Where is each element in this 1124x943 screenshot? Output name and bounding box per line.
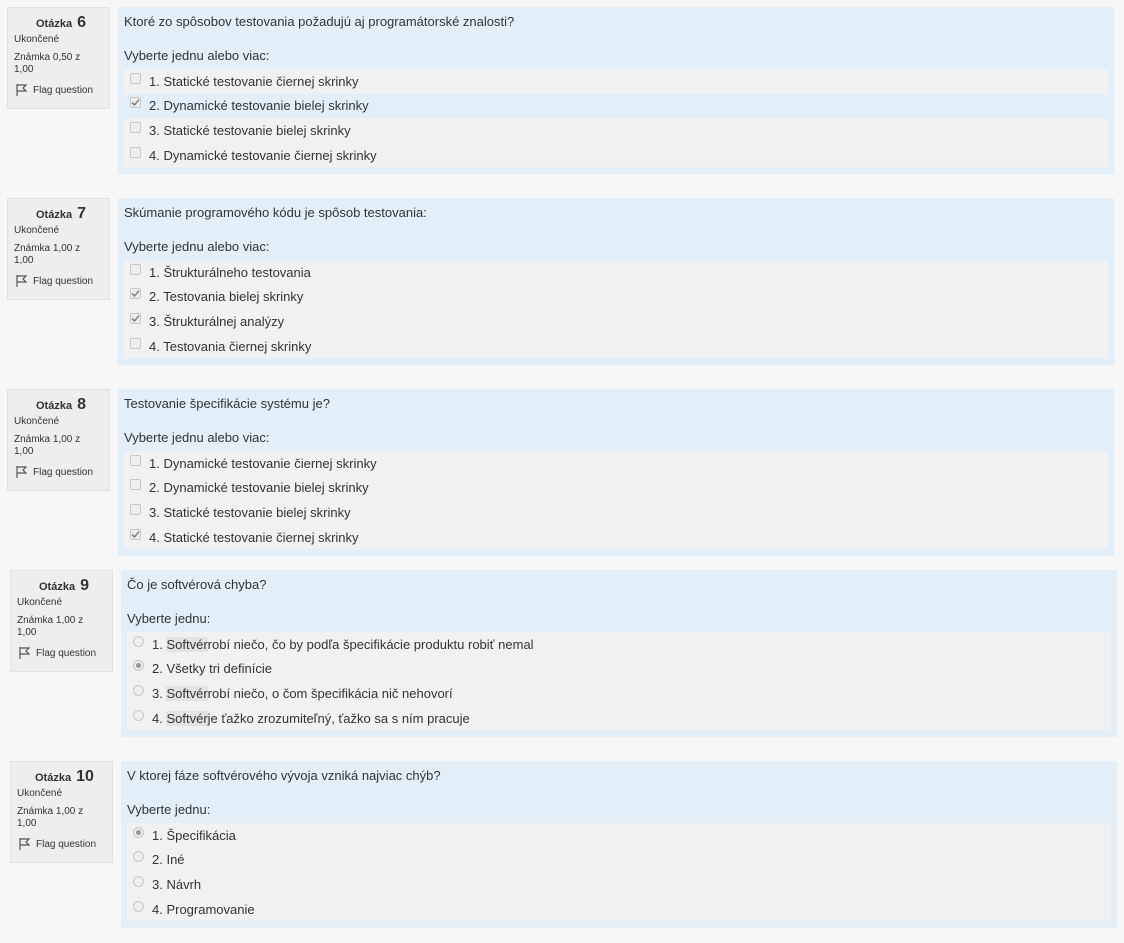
- question-info: Otázka 8 Ukončené Známka 1,00 z 1,00 Fla…: [7, 389, 110, 491]
- question-content: Ktoré zo spôsobov testovania požadujú aj…: [118, 7, 1114, 174]
- question-text: V ktorej fáze softvérového vývoja vzniká…: [127, 768, 441, 783]
- answer-option[interactable]: 1. Statické testovanie čiernej skrinky: [124, 69, 1108, 94]
- question-content: Čo je softvérová chyba? Vyberte jednu: 1…: [121, 570, 1117, 737]
- question-content: Skúmanie programového kódu je spôsob tes…: [118, 198, 1114, 365]
- answer-option[interactable]: 4. Statické testovanie čiernej skrinky: [124, 524, 1108, 550]
- question-text: Ktoré zo spôsobov testovania požadujú aj…: [124, 14, 515, 29]
- question-grade: Známka 1,00 z 1,00: [17, 806, 84, 829]
- question-state: Ukončené: [14, 34, 60, 45]
- radio-button[interactable]: [133, 900, 144, 912]
- checkbox[interactable]: [130, 146, 141, 158]
- question-state: Ukončené: [14, 225, 60, 236]
- answer-option[interactable]: 1. Softvér robí niečo, čo by podľa špeci…: [127, 632, 1111, 657]
- answer-prompt: Vyberte jednu:: [127, 802, 211, 817]
- highlighted-word: Softvér: [166, 685, 208, 701]
- question-info: Otázka 7 Ukončené Známka 1,00 z 1,00 Fla…: [7, 198, 110, 300]
- checkbox-checked[interactable]: [130, 312, 141, 324]
- checkbox[interactable]: [130, 503, 141, 515]
- question-grade: Známka 1,00 z 1,00: [14, 434, 81, 457]
- checkbox[interactable]: [130, 479, 141, 491]
- question-number: Otázka 7: [36, 205, 87, 222]
- question-state: Ukončené: [17, 788, 63, 799]
- answer-prompt: Vyberte jednu alebo viac:: [124, 48, 270, 63]
- checkbox[interactable]: [130, 337, 141, 349]
- answer-option[interactable]: 2. Všetky tri definície: [127, 656, 1111, 682]
- question-text: Skúmanie programového kódu je spôsob tes…: [124, 205, 427, 220]
- answer-option[interactable]: 3. Návrh: [127, 872, 1111, 897]
- flag-question-button[interactable]: Flag question: [14, 466, 109, 478]
- question-grade: Známka 0,50 z 1,00: [14, 52, 81, 75]
- answer-option[interactable]: 2. Dynamické testovanie bielej skrinky: [124, 94, 1108, 119]
- question-info: Otázka 10 Ukončené Známka 1,00 z 1,00 Fl…: [10, 761, 113, 863]
- radio-button[interactable]: [133, 635, 144, 647]
- answer-prompt: Vyberte jednu alebo viac:: [124, 239, 270, 254]
- radio-button[interactable]: [133, 851, 144, 863]
- flag-question-button[interactable]: Flag question: [17, 647, 112, 659]
- highlighted-word: Softvér: [166, 636, 208, 652]
- question-state: Ukončené: [17, 597, 63, 608]
- question-info: Otázka 6 Ukončené Známka 0,50 z 1,00 Fla…: [7, 7, 110, 109]
- answer-option[interactable]: 1. Špecifikácia: [127, 823, 1111, 848]
- question-number: Otázka 10: [35, 768, 94, 785]
- question-number: Otázka 8: [36, 396, 87, 413]
- answer-option[interactable]: 4. Dynamické testovanie čiernej skrinky: [124, 142, 1108, 168]
- question-grade: Známka 1,00 z 1,00: [14, 243, 81, 266]
- answer-option[interactable]: 1. Štrukturálneho testovania: [124, 260, 1108, 285]
- checkbox-checked[interactable]: [130, 528, 141, 540]
- answer-option[interactable]: 3. Štrukturálnej analýzy: [124, 309, 1108, 334]
- answer-option[interactable]: 3. Statické testovanie bielej skrinky: [124, 500, 1108, 525]
- checkbox[interactable]: [130, 454, 141, 466]
- flag-icon: [16, 466, 27, 478]
- flag-icon: [16, 275, 27, 287]
- checkbox-checked[interactable]: [130, 288, 141, 300]
- flag-icon: [16, 84, 27, 96]
- checkbox[interactable]: [130, 121, 141, 133]
- checkbox[interactable]: [130, 72, 141, 84]
- radio-button[interactable]: [133, 684, 144, 696]
- flag-icon: [19, 838, 30, 850]
- highlighted-word: Softvér: [166, 710, 208, 726]
- answer-option[interactable]: 4. Softvér je ťažko zrozumiteľný, ťažko …: [127, 705, 1111, 731]
- radio-button-selected[interactable]: [133, 826, 144, 838]
- question-grade: Známka 1,00 z 1,00: [17, 615, 84, 638]
- radio-button[interactable]: [133, 709, 144, 721]
- answer-option[interactable]: 2. Dynamické testovanie bielej skrinky: [124, 475, 1108, 501]
- question-text: Čo je softvérová chyba?: [127, 577, 267, 592]
- answer-option[interactable]: 3. Statické testovanie bielej skrinky: [124, 118, 1108, 143]
- question-info: Otázka 9 Ukončené Známka 1,00 z 1,00 Fla…: [10, 570, 113, 672]
- checkbox-checked[interactable]: [130, 97, 141, 109]
- question-content: V ktorej fáze softvérového vývoja vzniká…: [121, 761, 1117, 928]
- radio-button[interactable]: [133, 875, 144, 887]
- radio-button-selected[interactable]: [133, 660, 144, 672]
- answer-prompt: Vyberte jednu:: [127, 611, 211, 626]
- flag-icon: [19, 647, 30, 659]
- flag-question-button[interactable]: Flag question: [14, 84, 109, 96]
- answer-option[interactable]: 4. Programovanie: [127, 896, 1111, 922]
- answer-option[interactable]: 2. Testovania bielej skrinky: [124, 284, 1108, 310]
- answer-option[interactable]: 3. Softvér robí niečo, o čom špecifikáci…: [127, 681, 1111, 706]
- question-state: Ukončené: [14, 416, 60, 427]
- answer-option[interactable]: 4. Testovania čiernej skrinky: [124, 333, 1108, 359]
- question-content: Testovanie špecifikácie systému je? Vybe…: [118, 389, 1114, 556]
- flag-question-button[interactable]: Flag question: [17, 838, 112, 850]
- checkbox[interactable]: [130, 263, 141, 275]
- flag-question-button[interactable]: Flag question: [14, 275, 109, 287]
- question-number: Otázka 6: [36, 14, 87, 31]
- question-number: Otázka 9: [39, 577, 90, 594]
- question-text: Testovanie špecifikácie systému je?: [124, 396, 330, 411]
- answer-option[interactable]: 1. Dynamické testovanie čiernej skrinky: [124, 451, 1108, 476]
- answer-prompt: Vyberte jednu alebo viac:: [124, 430, 270, 445]
- answer-option[interactable]: 2. Iné: [127, 847, 1111, 873]
